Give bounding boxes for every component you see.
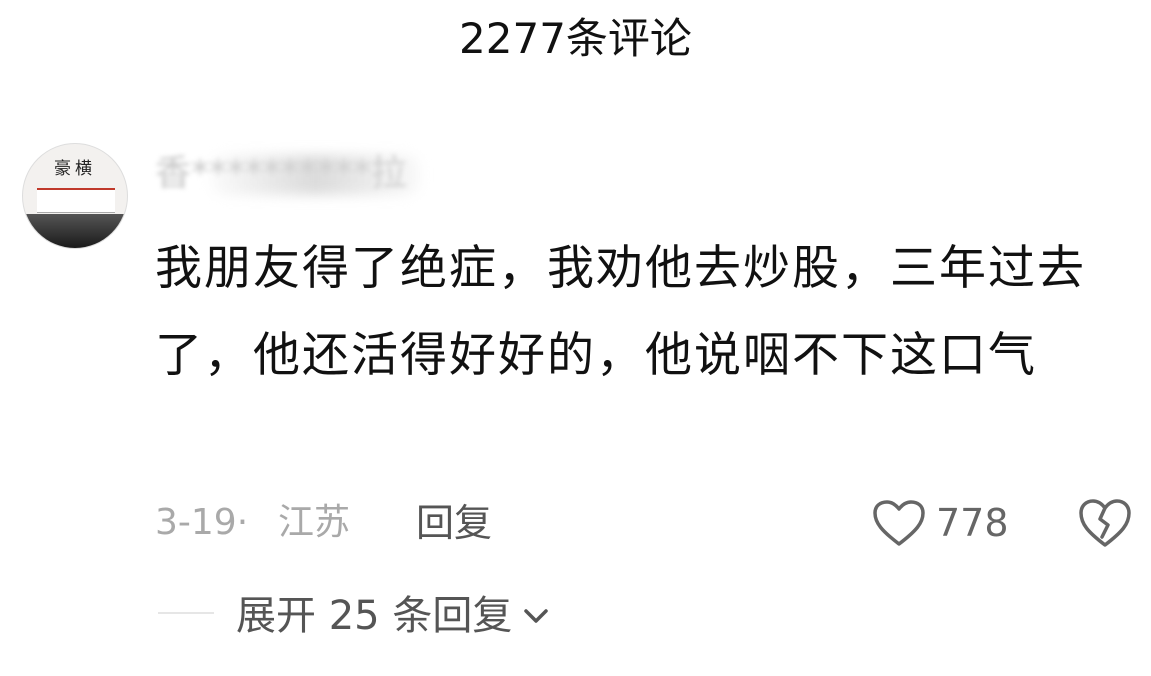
- like-button[interactable]: 778: [872, 495, 1009, 551]
- expand-replies-button[interactable]: 展开 25 条回复: [236, 588, 550, 644]
- broken-heart-icon[interactable]: [1078, 497, 1132, 549]
- comment-date: 3-19·: [155, 502, 249, 543]
- expand-replies-label: 展开 25 条回复: [236, 593, 513, 639]
- chevron-down-icon: [524, 609, 549, 623]
- comment-location: 江苏: [278, 502, 351, 543]
- avatar[interactable]: 豪横: [22, 143, 128, 249]
- like-count: 778: [936, 501, 1009, 545]
- comment-text: 我朋友得了绝症，我劝他去炒股，三年过去了，他还活得好好的，他说咽不下这口气: [155, 241, 1086, 383]
- replies-divider: [158, 612, 214, 614]
- avatar-caption: 豪横: [54, 159, 96, 179]
- comments-count-title: 2277条评论: [459, 14, 692, 63]
- heart-outline-icon: [873, 500, 925, 546]
- username-blur-mask: [210, 155, 420, 195]
- reply-button[interactable]: 回复: [416, 495, 492, 551]
- avatar-photo: [23, 214, 127, 248]
- avatar-banner: [37, 188, 115, 213]
